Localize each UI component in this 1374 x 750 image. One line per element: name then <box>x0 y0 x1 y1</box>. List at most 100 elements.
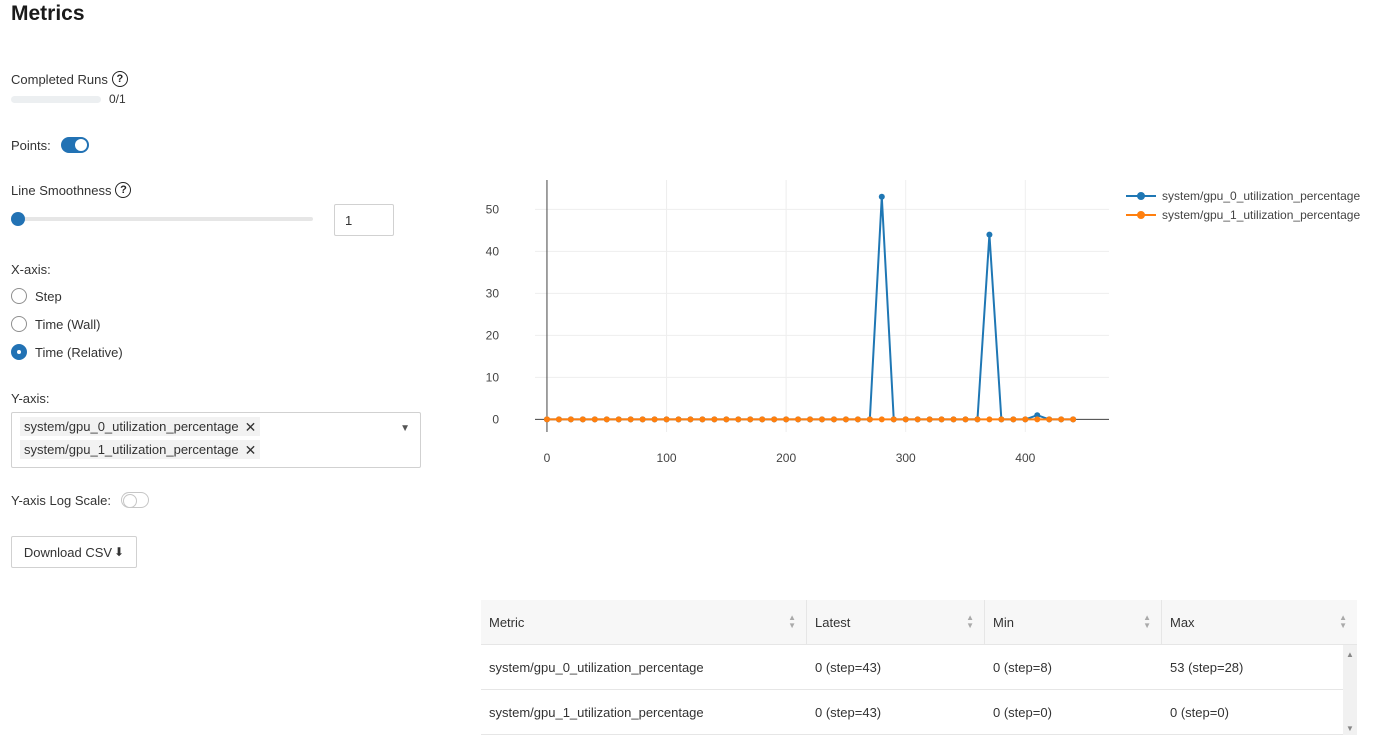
metrics-chart[interactable]: 0 100 200 300 400 0 10 20 30 40 50 <box>470 168 1120 473</box>
table-cell: system/gpu_0_utilization_percentage <box>489 659 704 675</box>
yaxis-select[interactable]: system/gpu_0_utilization_percentage ✕ sy… <box>11 412 421 468</box>
yaxis-label: Y-axis: <box>11 391 50 406</box>
data-point <box>819 416 825 423</box>
table-cell: 0 (step=43) <box>815 704 882 720</box>
data-point <box>579 416 586 423</box>
xaxis-option-step[interactable]: Step <box>11 287 123 305</box>
points-label: Points: <box>11 137 51 153</box>
y-tick-label: 10 <box>486 370 500 384</box>
data-point <box>902 416 909 423</box>
y-tick-label: 30 <box>486 286 500 300</box>
log-scale-label: Y-axis Log Scale: <box>11 492 111 508</box>
sort-icon[interactable]: ▲ ▼ <box>1143 614 1151 630</box>
data-point <box>651 416 658 423</box>
y-tick-label: 40 <box>486 244 500 258</box>
data-point <box>938 416 945 423</box>
smoothness-slider-track[interactable] <box>15 217 313 221</box>
yaxis-tag-label: system/gpu_0_utilization_percentage <box>24 419 239 434</box>
data-point <box>759 416 766 423</box>
close-icon[interactable]: ✕ <box>245 443 257 457</box>
data-point <box>878 416 885 423</box>
data-point <box>866 416 873 423</box>
table-cell: system/gpu_1_utilization_percentage <box>489 704 704 720</box>
yaxis-tag: system/gpu_1_utilization_percentage ✕ <box>20 440 261 459</box>
chevron-down-icon[interactable]: ▼ <box>400 423 410 434</box>
data-point <box>663 416 670 423</box>
data-point <box>627 416 634 423</box>
sort-icon[interactable]: ▲ ▼ <box>1339 614 1347 630</box>
data-point <box>986 416 993 423</box>
xaxis-option-wall[interactable]: Time (Wall) <box>11 315 123 333</box>
download-csv-label: Download CSV <box>23 544 113 560</box>
points-toggle[interactable] <box>60 137 89 153</box>
data-point <box>914 416 921 423</box>
data-point <box>1022 416 1029 423</box>
metrics-table: Metric ▲ ▼ Latest ▲ ▼ Min ▲ ▼ Max ▲ ▼ system/gpu… <box>481 600 1357 735</box>
table-row: system/gpu_1_utilization_percentage 0 (s… <box>481 690 1357 735</box>
table-cell: 53 (step=28) <box>1170 659 1244 675</box>
data-point <box>555 416 562 423</box>
data-point <box>962 416 969 423</box>
smoothness-input[interactable]: 1 <box>334 204 394 236</box>
table-cell: 0 (step=0) <box>993 704 1052 720</box>
chart-legend: system/gpu_0_utilization_percentage syst… <box>1126 186 1360 224</box>
download-icon: ⬇ <box>114 545 125 559</box>
data-point <box>675 416 682 423</box>
smoothness-slider-thumb[interactable] <box>11 212 25 226</box>
data-point <box>783 416 790 423</box>
x-tick-label: 200 <box>776 451 796 465</box>
yaxis-tag-label: system/gpu_1_utilization_percentage <box>24 442 239 457</box>
table-cell: 0 (step=43) <box>815 659 882 675</box>
points-section: Points: <box>11 137 89 153</box>
data-point <box>1034 416 1041 423</box>
xaxis-section: X-axis: Step Time (Wall) Time (Relative) <box>11 262 123 361</box>
download-csv-button[interactable]: Download CSV ⬇ <box>11 536 137 568</box>
data-point <box>926 416 933 423</box>
data-point <box>830 416 837 423</box>
question-circle-icon[interactable]: ? <box>115 182 132 198</box>
yaxis-section: Y-axis: system/gpu_0_utilization_percent… <box>11 391 421 468</box>
column-header-min[interactable]: Min ▲ ▼ <box>985 600 1162 644</box>
sort-icon[interactable]: ▲ ▼ <box>788 614 796 630</box>
data-point <box>591 416 598 423</box>
column-header-latest[interactable]: Latest ▲ ▼ <box>807 600 985 644</box>
data-point <box>795 416 802 423</box>
completed-runs-count: 0/1 <box>109 92 126 106</box>
y-tick-label: 20 <box>486 328 500 342</box>
scroll-down-icon[interactable]: ▼ <box>1346 724 1371 733</box>
legend-item-gpu1[interactable]: system/gpu_1_utilization_percentage <box>1126 205 1360 224</box>
close-icon[interactable]: ✕ <box>245 420 257 434</box>
radio-step[interactable] <box>11 288 27 304</box>
smoothness-label: Line Smoothness <box>11 182 112 198</box>
radio-relative-label: Time (Relative) <box>35 344 123 360</box>
x-tick-label: 400 <box>1015 451 1035 465</box>
smoothness-section: Line Smoothness ? 1 <box>11 182 401 240</box>
data-point <box>723 416 730 423</box>
column-header-metric[interactable]: Metric ▲ ▼ <box>481 600 807 644</box>
xaxis-option-relative[interactable]: Time (Relative) <box>11 343 123 361</box>
radio-wall-label: Time (Wall) <box>35 316 101 332</box>
data-point <box>986 231 993 238</box>
data-point <box>974 416 981 423</box>
radio-wall[interactable] <box>11 316 27 332</box>
data-point <box>603 416 610 423</box>
data-point <box>615 416 622 423</box>
legend-swatch <box>1126 191 1156 201</box>
data-point <box>639 416 646 423</box>
completed-runs-label: Completed Runs <box>11 71 108 87</box>
data-point <box>1010 416 1017 423</box>
table-header: Metric ▲ ▼ Latest ▲ ▼ Min ▲ ▼ Max ▲ ▼ <box>481 600 1357 645</box>
log-scale-section: Y-axis Log Scale: <box>11 492 149 508</box>
legend-item-gpu0[interactable]: system/gpu_0_utilization_percentage <box>1126 186 1360 205</box>
legend-label: system/gpu_1_utilization_percentage <box>1162 207 1361 222</box>
column-header-max[interactable]: Max ▲ ▼ <box>1162 600 1357 644</box>
scroll-up-icon[interactable]: ▲ <box>1346 650 1371 659</box>
table-cell: 0 (step=0) <box>1170 704 1229 720</box>
yaxis-tag: system/gpu_0_utilization_percentage ✕ <box>20 417 261 436</box>
question-circle-icon[interactable]: ? <box>111 71 128 87</box>
data-point <box>878 193 885 200</box>
log-scale-toggle[interactable] <box>120 492 149 508</box>
radio-relative[interactable] <box>11 344 27 360</box>
sort-icon[interactable]: ▲ ▼ <box>966 614 974 630</box>
x-tick-label: 100 <box>657 451 677 465</box>
